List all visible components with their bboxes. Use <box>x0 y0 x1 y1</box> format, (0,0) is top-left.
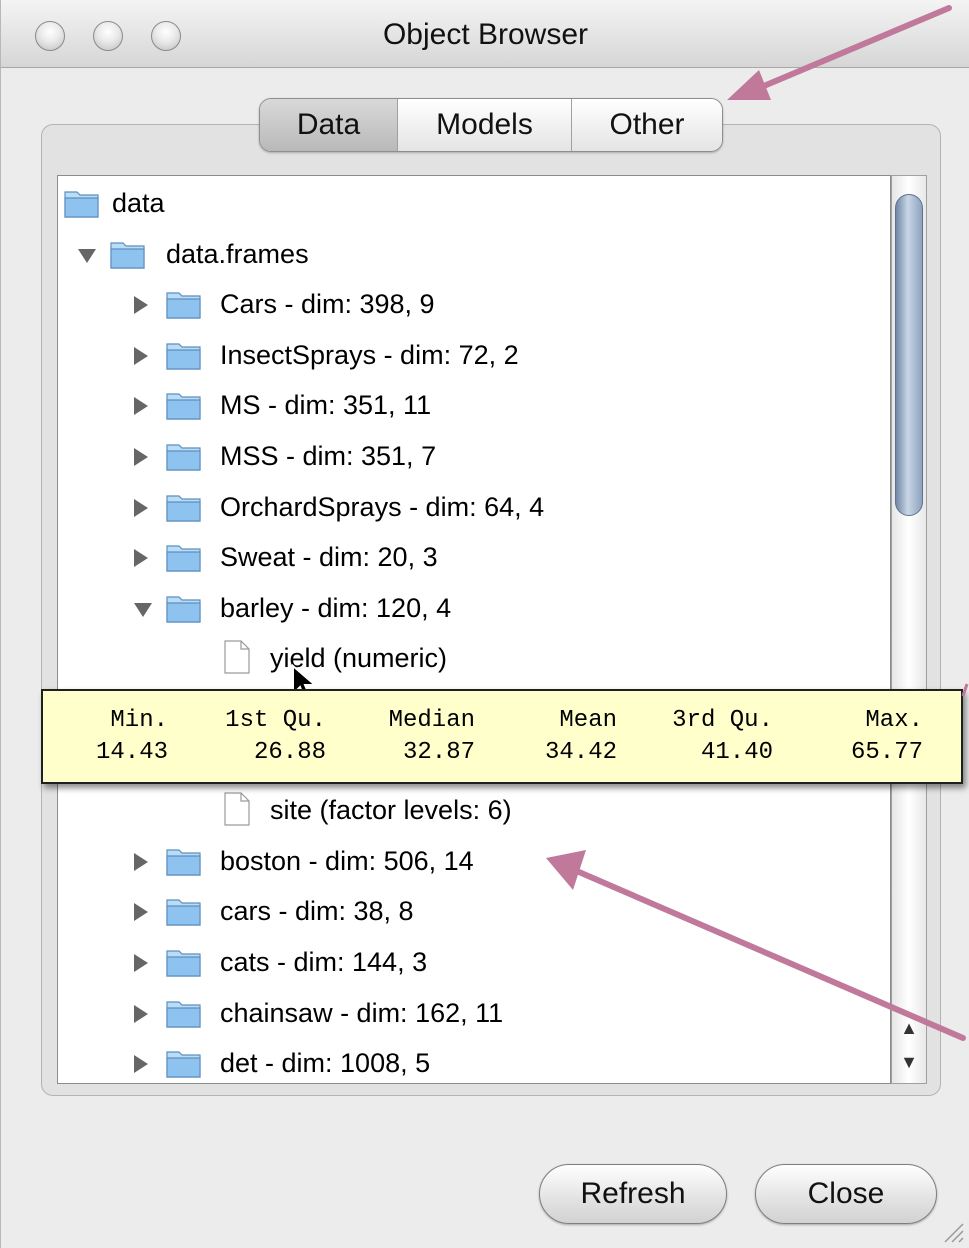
stat-header: 1st Qu. <box>225 707 326 734</box>
tree-row-label: barley - dim: 120, 4 <box>220 592 452 623</box>
stat-header: Min. <box>110 707 168 734</box>
scroll-thumb[interactable] <box>895 194 923 516</box>
tree-row[interactable]: site (factor levels: 6) <box>58 784 890 834</box>
folder-icon <box>166 846 202 876</box>
stat-value: 65.77 <box>850 739 923 766</box>
tree-row-label: chainsaw - dim: 162, 11 <box>220 997 504 1028</box>
tab-selector: Data Models Other <box>259 98 723 152</box>
tab-other[interactable]: Other <box>572 99 722 151</box>
tooltip-value-row: 14.43 26.88 32.87 34.42 41.40 65.77 <box>43 739 965 769</box>
folder-icon <box>166 1048 202 1078</box>
tree-row[interactable]: data.frames <box>58 228 890 278</box>
tree-row-label: site (factor levels: 6) <box>270 795 512 826</box>
window-title: Object Browser <box>382 18 589 51</box>
tree-row[interactable]: yield (numeric) <box>58 632 890 682</box>
tree-row-label: data <box>112 188 165 218</box>
disclosure-closed-icon[interactable] <box>134 1004 148 1023</box>
scroll-down-icon[interactable]: ▼ <box>892 1045 926 1079</box>
stat-header: Median <box>388 707 475 734</box>
tree-row[interactable]: Sweat - dim: 20, 3 <box>58 531 890 581</box>
close-button[interactable]: Close <box>755 1164 937 1224</box>
document-icon <box>224 640 250 674</box>
folder-icon <box>64 188 100 218</box>
stat-header: Max. <box>865 707 923 734</box>
stat-header: Mean <box>559 707 617 734</box>
summary-tooltip: Min. 1st Qu. Median Mean 3rd Qu. Max. 14.43 26… <box>41 689 963 784</box>
scroll-up-icon[interactable]: ▲ <box>892 1011 926 1045</box>
tree-row[interactable]: data <box>58 177 890 227</box>
vertical-scrollbar[interactable]: ▲ ▼ <box>891 175 927 1084</box>
document-icon <box>224 792 250 826</box>
tree-row-label: MSS - dim: 351, 7 <box>220 441 437 471</box>
folder-icon <box>166 390 202 420</box>
stat-value: 32.87 <box>402 739 475 766</box>
tree-row[interactable]: cars - dim: 38, 8 <box>58 885 890 935</box>
folder-icon <box>166 542 202 572</box>
tree-row-label: Sweat - dim: 20, 3 <box>220 542 438 573</box>
tree-row-label: InsectSprays - dim: 72, 2 <box>220 339 519 370</box>
disclosure-open-icon[interactable] <box>134 602 152 617</box>
tree-row-label: OrchardSprays - dim: 64, 4 <box>220 491 545 522</box>
folder-icon <box>166 441 202 471</box>
tree-row-label: cars - dim: 38, 8 <box>220 896 414 927</box>
folder-icon <box>166 492 202 522</box>
tree-row[interactable]: chainsaw - dim: 162, 11 <box>58 987 890 1037</box>
tree-row-label: MS - dim: 351, 11 <box>220 390 432 421</box>
folder-icon <box>166 289 202 319</box>
tree-row[interactable]: det - dim: 1008, 5 <box>58 1037 890 1083</box>
folder-icon <box>110 239 146 269</box>
disclosure-closed-icon[interactable] <box>134 549 148 568</box>
stat-value: 41.40 <box>700 739 773 766</box>
tree-row[interactable]: barley - dim: 120, 4 <box>58 582 890 632</box>
stat-value: 34.42 <box>544 739 617 766</box>
tree-row-label: data.frames <box>166 238 309 269</box>
disclosure-closed-icon[interactable] <box>134 954 148 972</box>
disclosure-closed-icon[interactable] <box>134 1055 148 1074</box>
stat-header: 3rd Qu. <box>672 707 773 734</box>
object-browser-window: Object Browser Data Models Other data data.… <box>0 0 969 1248</box>
tree-row[interactable]: OrchardSprays - dim: 64, 4 <box>58 481 890 531</box>
folder-icon <box>166 340 202 370</box>
tab-data[interactable]: Data <box>260 99 398 151</box>
disclosure-open-icon[interactable] <box>78 248 96 263</box>
folder-icon <box>166 998 202 1028</box>
disclosure-closed-icon[interactable] <box>134 296 148 315</box>
tree-row[interactable]: MS - dim: 351, 11 <box>58 379 890 429</box>
refresh-button[interactable]: Refresh <box>539 1164 727 1224</box>
folder-icon <box>166 947 202 977</box>
resize-grip-icon[interactable] <box>939 1218 965 1244</box>
tree-row[interactable]: InsectSprays - dim: 72, 2 <box>58 329 890 379</box>
tree-row[interactable]: MSS - dim: 351, 7 <box>58 430 890 480</box>
disclosure-closed-icon[interactable] <box>134 498 148 517</box>
tree-row-label: cats - dim: 144, 3 <box>220 947 428 977</box>
disclosure-closed-icon[interactable] <box>134 852 148 871</box>
disclosure-closed-icon[interactable] <box>134 448 148 466</box>
tree-row-label: det - dim: 1008, 5 <box>220 1048 431 1079</box>
tooltip-header-row: Min. 1st Qu. Median Mean 3rd Qu. Max. <box>43 707 965 737</box>
tree-row[interactable]: boston - dim: 506, 14 <box>58 835 890 885</box>
tree-row[interactable]: cats - dim: 144, 3 <box>58 936 890 986</box>
folder-icon <box>166 593 202 623</box>
tree-row-label: Cars - dim: 398, 9 <box>220 289 435 320</box>
folder-icon <box>166 896 202 926</box>
title-bar[interactable]: Object Browser <box>1 0 969 68</box>
tab-models[interactable]: Models <box>398 99 572 151</box>
disclosure-closed-icon[interactable] <box>134 903 148 922</box>
stat-value: 26.88 <box>253 739 326 766</box>
disclosure-closed-icon[interactable] <box>134 346 148 365</box>
tree-row[interactable]: Cars - dim: 398, 9 <box>58 278 890 328</box>
disclosure-closed-icon[interactable] <box>134 397 148 416</box>
object-tree[interactable]: data data.frames Cars - dim: 398, 9 InsectS… <box>57 175 891 1084</box>
stat-value: 14.43 <box>95 739 168 766</box>
tree-row-label: boston - dim: 506, 14 <box>220 845 474 876</box>
